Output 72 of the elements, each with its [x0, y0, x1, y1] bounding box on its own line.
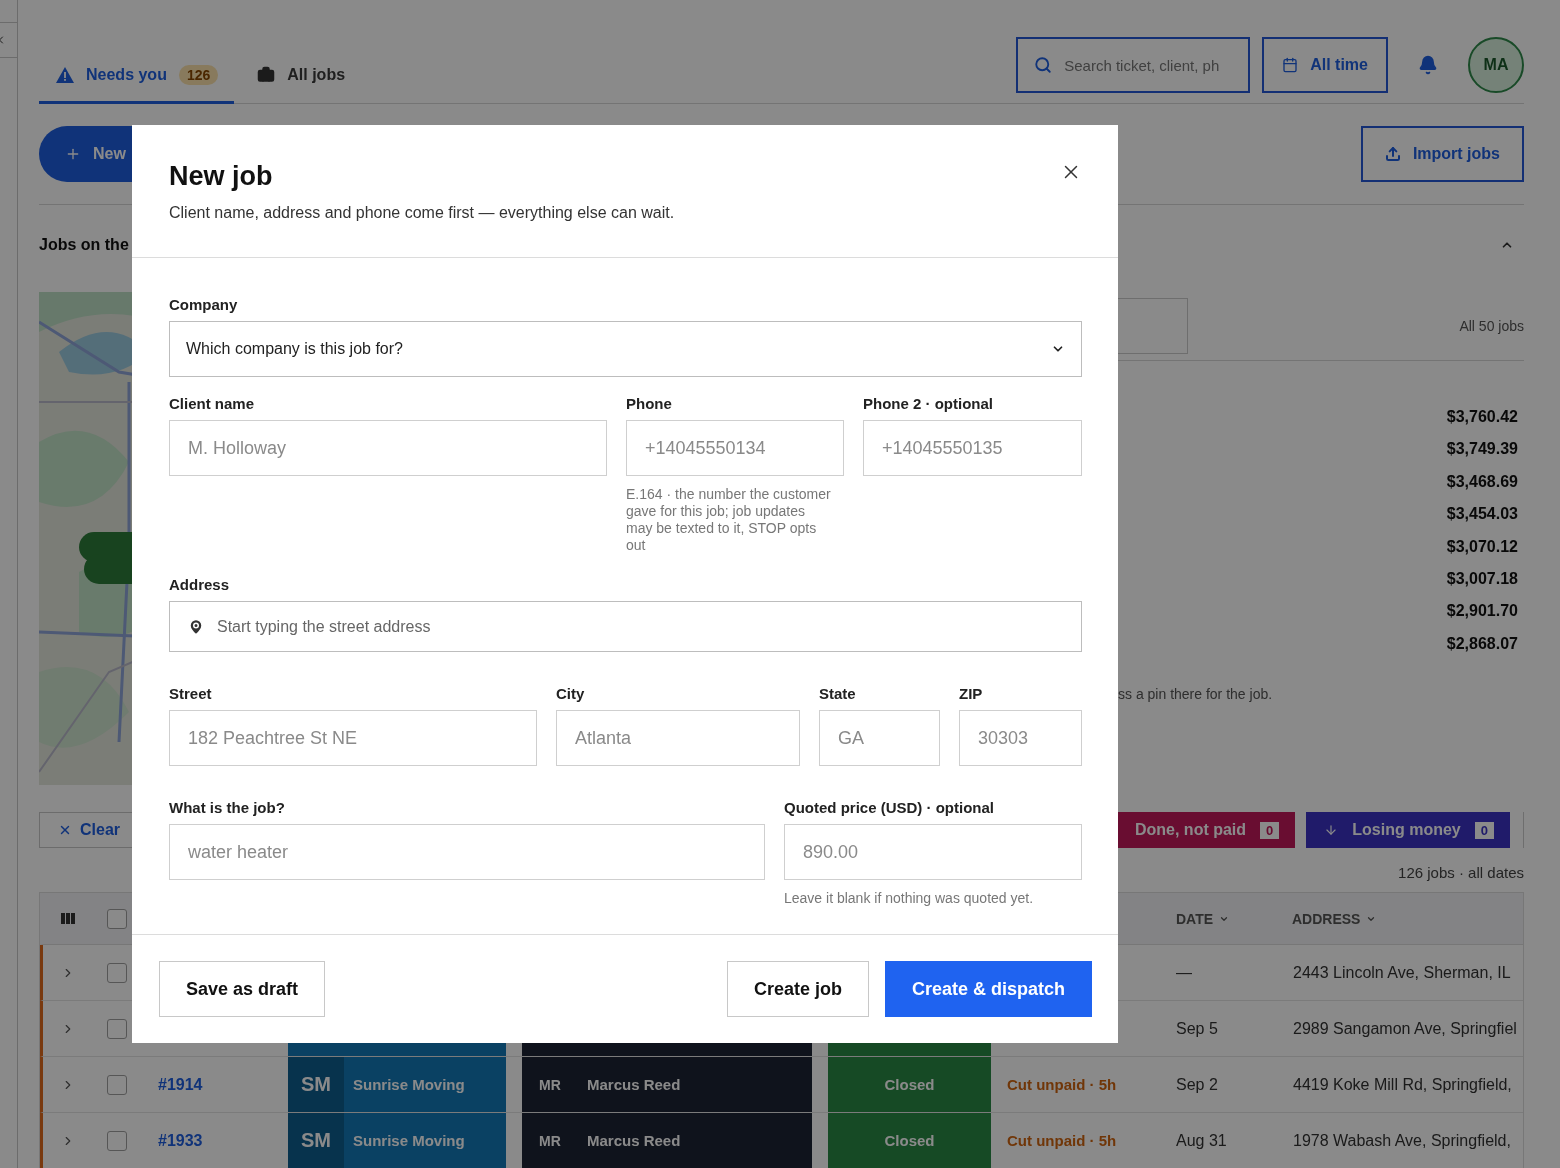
- technician-cell: MR Marcus Reed: [522, 1113, 812, 1168]
- technician-cell: MR Marcus Reed: [522, 1057, 812, 1112]
- jobs-count: All 50 jobs: [1459, 318, 1524, 334]
- input-field[interactable]: +14045550135: [863, 420, 1082, 476]
- address-text: 2989 Sangamon Ave, Springfiel: [1293, 1019, 1517, 1038]
- user-avatar[interactable]: MA: [1468, 37, 1524, 93]
- input-field[interactable]: 890.00: [784, 824, 1082, 880]
- company-cell: SM Sunrise Moving: [288, 1113, 506, 1168]
- field-label: Phone: [626, 395, 673, 412]
- chip-count: 0: [1474, 821, 1494, 839]
- count-badge: 126: [178, 64, 219, 85]
- alert-text: Cut unpaid · 5h: [1006, 1132, 1118, 1149]
- input-field[interactable]: Atlanta: [556, 710, 800, 766]
- save-draft-button[interactable]: Save as draft: [159, 961, 326, 1017]
- date-text: —: [1176, 963, 1192, 982]
- field-label: ZIP: [959, 685, 984, 702]
- job-link[interactable]: #1933: [141, 1131, 288, 1150]
- address-text: 2443 Lincoln Ave, Sherman, IL: [1293, 963, 1511, 982]
- input-field[interactable]: 30303: [959, 710, 1082, 766]
- address-text: 1978 Wabash Ave, Springfield,: [1293, 1131, 1511, 1150]
- filter-chip[interactable]: Done, not paid 0: [1116, 812, 1296, 848]
- job-amount: $3,454.03: [1446, 504, 1518, 525]
- create-dispatch-button[interactable]: Create & dispatch: [884, 961, 1092, 1017]
- date-filter-button[interactable]: All time: [1262, 37, 1388, 93]
- column-header[interactable]: ADDRESS: [1277, 910, 1377, 927]
- job-amount: $3,749.39: [1446, 439, 1518, 460]
- input-field[interactable]: M. Holloway: [169, 420, 607, 476]
- results-summary: 126 jobs · all dates: [1398, 864, 1524, 881]
- status-cell: Closed: [828, 1057, 991, 1112]
- address-field[interactable]: Start typing the street address: [169, 601, 1082, 652]
- job-amount: $3,468.69: [1446, 471, 1518, 492]
- field-label: Address: [169, 576, 231, 593]
- address-text: 4419 Koke Mill Rd, Springfield,: [1293, 1075, 1512, 1094]
- field-label: City: [556, 685, 586, 702]
- field-label: State: [819, 685, 857, 702]
- search-field[interactable]: Search ticket, client, ph: [1016, 37, 1251, 93]
- field-label: Phone 2 · optional: [863, 395, 994, 412]
- field-label: Company: [169, 296, 239, 313]
- status-cell: Closed: [828, 1113, 991, 1168]
- input-field[interactable]: water heater: [169, 824, 765, 880]
- field-hint: Leave it blank if nothing was quoted yet.: [784, 890, 1035, 907]
- field-label: Quoted price (USD) · optional: [784, 799, 995, 816]
- input-field[interactable]: +14045550134: [626, 420, 844, 476]
- company-select[interactable]: Which company is this job for?: [169, 321, 1082, 377]
- map-hint: ss a pin there for the job.: [1118, 686, 1274, 703]
- input-field[interactable]: 182 Peachtree St NE: [169, 710, 537, 766]
- field-hint: E.164 · the number the customer gave for this job; job updates may be texted to it, STOP opts out: [626, 486, 831, 554]
- chip-count: 0: [1260, 821, 1280, 839]
- date-text: Sep 5: [1176, 1019, 1218, 1038]
- field-label: Client name: [169, 395, 256, 412]
- table-row[interactable]: #1914 SM Sunrise Moving MR Marcus Reed Closed Cut unpaid · 5h Sep 2 4419 Koke Mill Rd, Springfield,: [40, 1057, 1523, 1113]
- input-field[interactable]: GA: [819, 710, 940, 766]
- company-cell: SM Sunrise Moving: [288, 1057, 506, 1112]
- job-amount: $3,760.42: [1446, 407, 1518, 427]
- job-amount: $3,070.12: [1446, 536, 1518, 557]
- tab[interactable]: All jobs: [240, 48, 362, 104]
- table-row[interactable]: #1933 SM Sunrise Moving MR Marcus Reed Closed Cut unpaid · 5h Aug 31 1978 Wabash Ave, Springfield,: [40, 1113, 1523, 1168]
- modal-subtitle: Client name, address and phone come first — everything else can wait.: [169, 204, 675, 222]
- date-text: Aug 31: [1176, 1131, 1227, 1150]
- date-text: Sep 2: [1176, 1075, 1218, 1094]
- job-amount: $2,901.70: [1446, 601, 1518, 622]
- job-link[interactable]: #1914: [141, 1075, 288, 1094]
- column-header[interactable]: DATE: [1161, 910, 1230, 927]
- field-label: Street: [169, 685, 213, 702]
- job-amount: $3,007.18: [1446, 569, 1518, 590]
- section-title: Jobs on the: [39, 236, 129, 254]
- filter-chip[interactable]: Losing money 0: [1306, 812, 1510, 848]
- import-jobs-button[interactable]: Import jobs: [1360, 126, 1524, 182]
- create-job-button[interactable]: Create job: [726, 961, 869, 1017]
- tab[interactable]: Needs you 126: [39, 48, 235, 104]
- job-amount: $2,868.07: [1446, 633, 1518, 654]
- alert-text: Cut unpaid · 5h: [1006, 1076, 1118, 1093]
